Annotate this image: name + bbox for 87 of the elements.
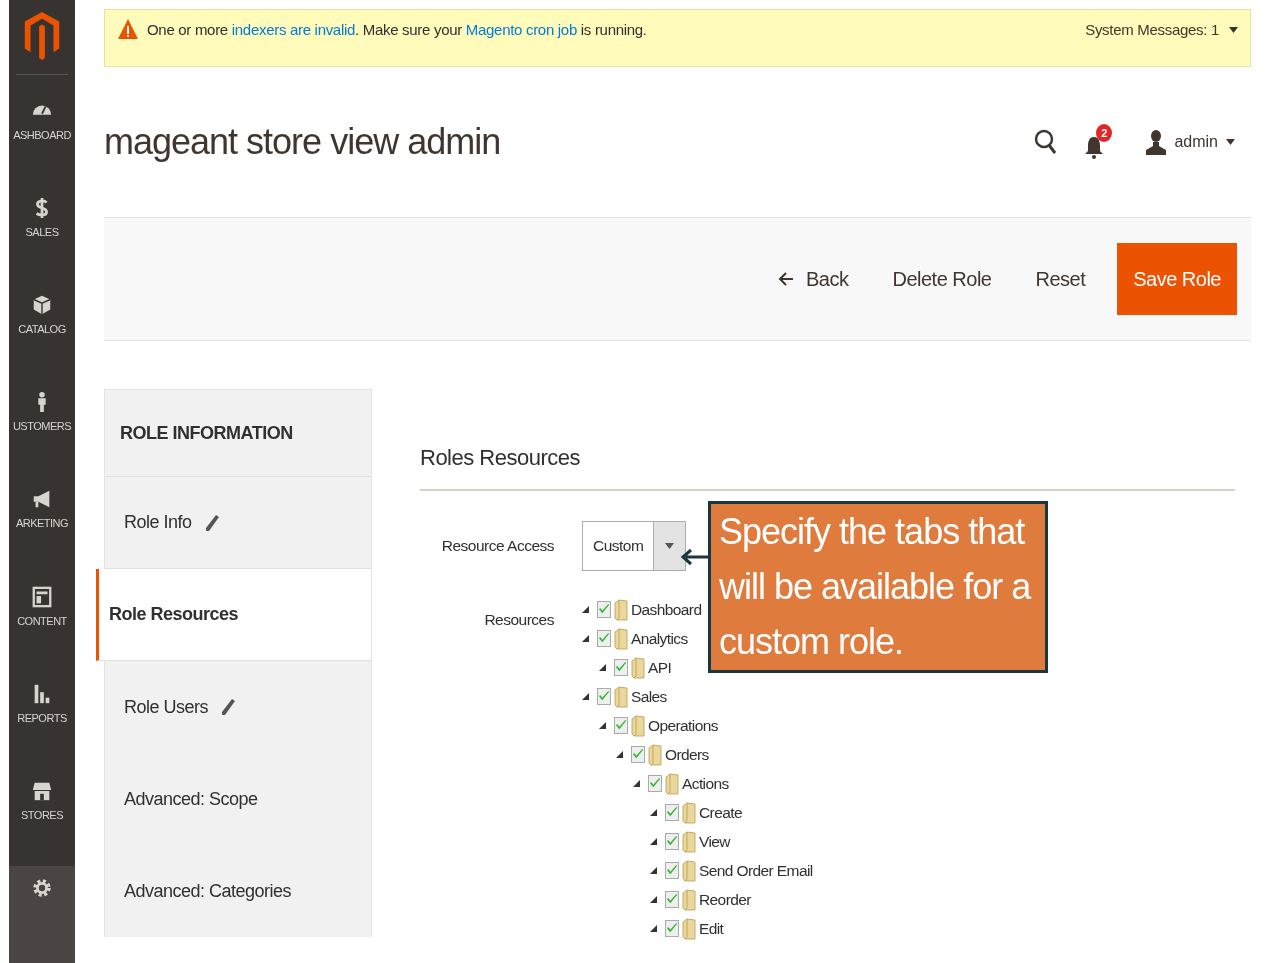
tree-item[interactable]: Actions	[633, 769, 729, 798]
section-title: Roles Resources	[420, 445, 1235, 491]
tabs-heading: ROLE INFORMATION	[105, 390, 371, 477]
logo-icon[interactable]	[24, 12, 60, 60]
tree-item[interactable]: Orders	[616, 740, 709, 769]
sidebar-item[interactable]: REPORTS	[9, 671, 75, 769]
folder-icon	[682, 917, 696, 940]
folder-icon	[682, 830, 696, 853]
back-button[interactable]: Back	[758, 255, 869, 303]
system-messages-toggle[interactable]: System Messages: 1	[1085, 18, 1238, 38]
caret-icon	[665, 543, 675, 549]
tree-item[interactable]: Analytics	[582, 624, 688, 653]
save-button[interactable]: Save Role	[1117, 243, 1237, 315]
expanded-triangle-icon[interactable]	[599, 664, 606, 671]
expanded-triangle-icon[interactable]	[650, 809, 657, 816]
action-button[interactable]: Reset	[1015, 255, 1106, 303]
expanded-triangle-icon[interactable]	[582, 606, 589, 613]
checkbox[interactable]	[665, 920, 679, 937]
tree-item[interactable]: Operations	[599, 711, 718, 740]
checkbox[interactable]	[665, 804, 679, 821]
expanded-triangle-icon[interactable]	[633, 780, 640, 787]
sidebar-item[interactable]: SALES	[9, 186, 75, 284]
sidebar-item[interactable]: STORES	[9, 768, 75, 866]
expanded-triangle-icon[interactable]	[616, 751, 623, 758]
caret-icon	[1229, 26, 1238, 33]
folder-icon	[682, 859, 696, 882]
resource-access-select[interactable]: Custom	[582, 521, 687, 571]
tab[interactable]: Role Users	[105, 661, 371, 753]
tree-item[interactable]: API	[599, 653, 672, 682]
tab[interactable]: Advanced: Categories	[105, 845, 371, 937]
checkbox[interactable]	[665, 833, 679, 850]
tree-item[interactable]: View	[650, 827, 730, 856]
caret-icon	[1226, 139, 1235, 145]
notification-count: 2	[1096, 124, 1113, 142]
expanded-triangle-icon[interactable]	[582, 635, 589, 642]
sidebar-item[interactable]: USTOMERS	[9, 380, 75, 478]
tree-item[interactable]: Edit	[650, 914, 724, 943]
folder-icon	[614, 627, 628, 650]
checkbox[interactable]	[648, 775, 662, 792]
checkbox[interactable]	[614, 659, 628, 676]
tab[interactable]: Advanced: Scope	[105, 753, 371, 845]
field-label: Resource Access	[440, 537, 555, 555]
folder-icon	[682, 888, 696, 911]
message-link[interactable]: Magento cron job	[465, 21, 577, 38]
checkbox[interactable]	[597, 630, 611, 647]
expanded-triangle-icon[interactable]	[650, 867, 657, 874]
tree-item[interactable]: Dashboard	[582, 595, 702, 624]
folder-icon	[614, 685, 628, 708]
folder-icon	[648, 743, 662, 766]
layout-icon	[31, 584, 53, 609]
tree-item[interactable]: Create	[650, 798, 742, 827]
checkbox[interactable]	[631, 746, 645, 763]
tree-item[interactable]: Send Order Email	[650, 856, 813, 885]
folder-icon	[682, 801, 696, 824]
expanded-triangle-icon[interactable]	[650, 838, 657, 845]
expanded-triangle-icon[interactable]	[650, 896, 657, 903]
page-title: mageant store view admin	[104, 121, 502, 163]
sidebar-item[interactable]	[9, 865, 75, 963]
checkbox[interactable]	[665, 891, 679, 908]
sidebar-item[interactable]: ARKETING	[9, 477, 75, 575]
arrow-left-icon	[778, 271, 794, 287]
checkbox[interactable]	[597, 688, 611, 705]
callout-note: Specify the tabs that will be available for a custom role.	[708, 501, 1048, 673]
sidebar-item[interactable]: ASHBOARD	[9, 88, 75, 186]
user-icon	[1146, 129, 1167, 155]
checkbox[interactable]	[614, 717, 628, 734]
folder-icon	[631, 656, 645, 679]
expanded-triangle-icon[interactable]	[582, 693, 589, 700]
folder-icon	[631, 714, 645, 737]
warning-icon	[117, 18, 139, 40]
notifications-button[interactable]: 2	[1084, 124, 1115, 160]
tree-item[interactable]: Reorder	[650, 885, 751, 914]
field-label: Resources	[483, 610, 555, 630]
checkbox[interactable]	[665, 862, 679, 879]
expanded-triangle-icon[interactable]	[650, 925, 657, 932]
folder-icon	[665, 772, 679, 795]
arrow-left-icon	[680, 548, 708, 566]
message-text: One or more indexers are invalid. Make sure your Magento cron job is running.	[147, 20, 648, 38]
checkbox[interactable]	[597, 601, 611, 618]
user-menu[interactable]: admin	[1140, 128, 1241, 156]
sidebar-item[interactable]: CATALOG	[9, 283, 75, 381]
action-button[interactable]: Delete Role	[872, 255, 1012, 303]
folder-icon	[614, 598, 628, 621]
expanded-triangle-icon[interactable]	[599, 722, 606, 729]
tab[interactable]: Role Resources	[96, 569, 371, 661]
sidebar-item[interactable]: CONTENT	[9, 574, 75, 672]
tree-item[interactable]: Sales	[582, 682, 667, 711]
